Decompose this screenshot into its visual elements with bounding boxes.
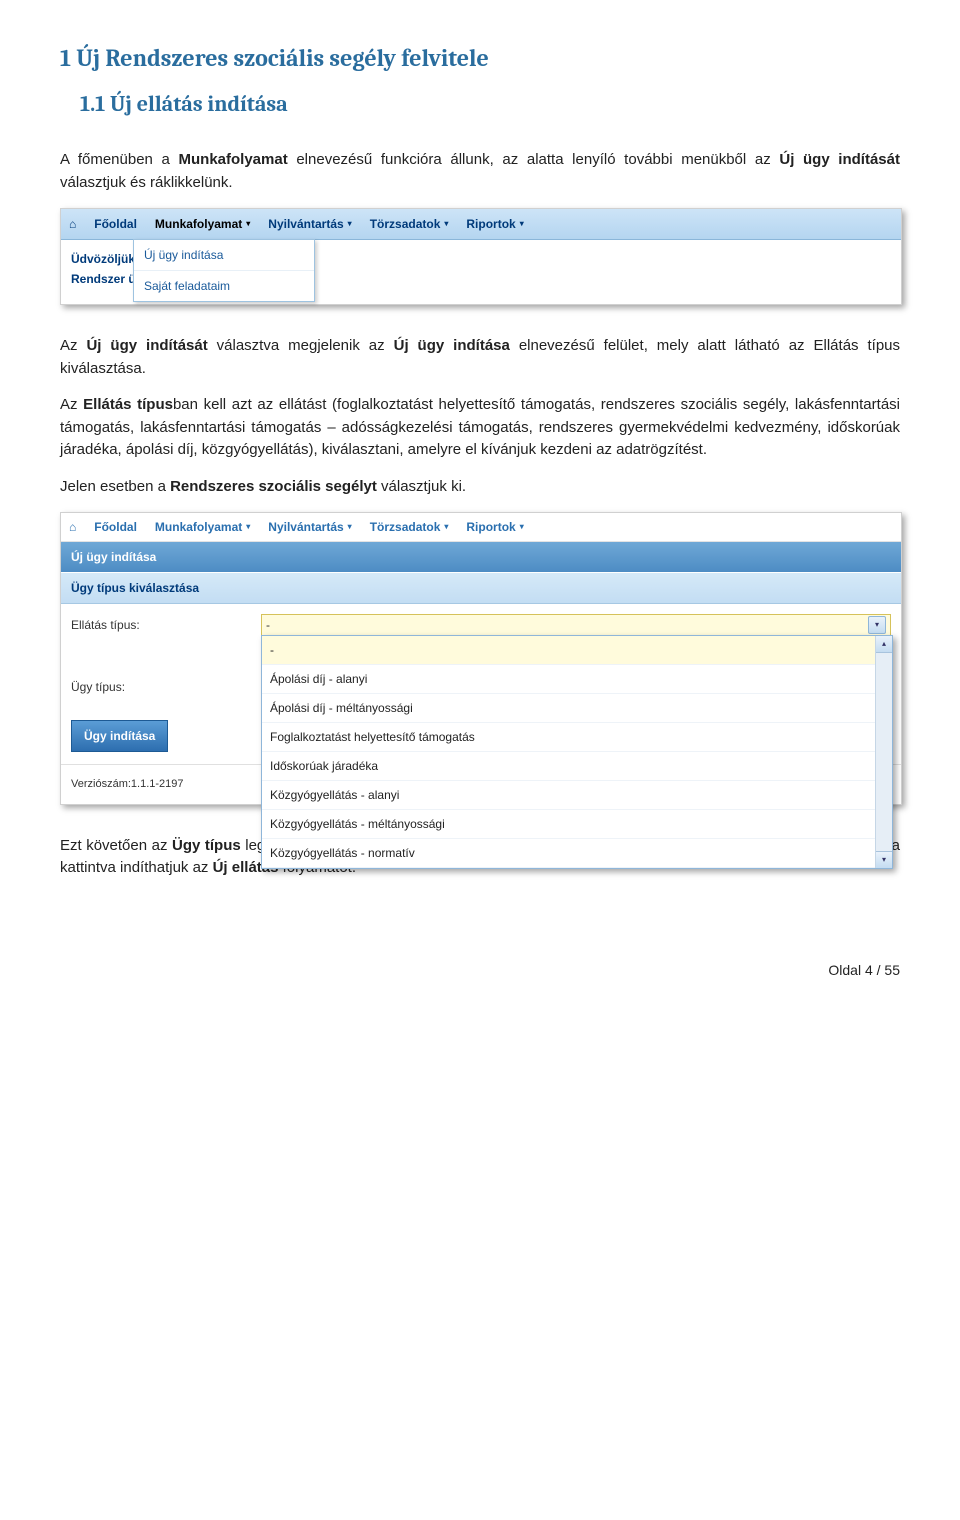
bold-ellatas-tipus: Ellátás típus bbox=[83, 396, 173, 413]
chevron-down-icon: ▾ bbox=[246, 521, 250, 533]
chevron-down-icon: ▾ bbox=[348, 521, 352, 533]
text: választva megjelenik az bbox=[208, 337, 394, 354]
option[interactable]: - bbox=[262, 636, 892, 665]
option[interactable]: Foglalkoztatást helyettesítő támogatás bbox=[262, 723, 892, 752]
menu-label: Riportok bbox=[466, 518, 515, 536]
scrollbar[interactable]: ▴ ▾ bbox=[875, 636, 892, 868]
text: Ezt követően az bbox=[60, 837, 172, 854]
text: Jelen esetben a bbox=[60, 478, 170, 495]
menu-label: Törzsadatok bbox=[370, 518, 441, 536]
heading-1: 1 Új Rendszeres szociális segély felvite… bbox=[60, 40, 900, 76]
label-ellatas-tipus: Ellátás típus: bbox=[71, 616, 231, 634]
menu-label: Munkafolyamat bbox=[155, 215, 242, 233]
chevron-down-icon: ▾ bbox=[444, 218, 448, 230]
select-value: - bbox=[266, 616, 270, 634]
text: elnevezésű funkcióra állunk, az alatta l… bbox=[288, 151, 780, 168]
bold: Új ügy indítását bbox=[86, 337, 207, 354]
bold: Rendszeres szociális segélyt bbox=[170, 478, 377, 495]
menubar: ⌂ Főoldal Munkafolyamat▾ Nyilvántartás▾ … bbox=[61, 209, 901, 240]
bold-uj-ugy-inditasat: Új ügy indítását bbox=[779, 151, 900, 168]
menubar: ⌂ Főoldal Munkafolyamat▾ Nyilvántartás▾ … bbox=[61, 513, 901, 542]
paragraph-3: Az Ellátás típusban kell azt az ellátást… bbox=[60, 394, 900, 462]
menu-label: Törzsadatok bbox=[370, 215, 441, 233]
option[interactable]: Ápolási díj - alanyi bbox=[262, 665, 892, 694]
menu-label: Munkafolyamat bbox=[155, 518, 242, 536]
menu-label: Nyilvántartás bbox=[268, 215, 343, 233]
menu-label: Riportok bbox=[466, 215, 515, 233]
menu-label: Nyilvántartás bbox=[268, 518, 343, 536]
page-title: Új ügy indítása bbox=[61, 542, 901, 572]
version-label: Verziószám:1.1.1-2197 bbox=[71, 776, 184, 793]
screenshot-new-case-form: ⌂ Főoldal Munkafolyamat▾ Nyilvántartás▾ … bbox=[60, 512, 902, 805]
paragraph-4: Jelen esetben a Rendszeres szociális seg… bbox=[60, 476, 900, 499]
page-number: Oldal 4 / 55 bbox=[60, 960, 900, 981]
munkafolyamat-dropdown: Új ügy indítása Saját feladataim bbox=[133, 239, 315, 302]
chevron-down-icon: ▾ bbox=[444, 521, 448, 533]
bold: Új ügy indítása bbox=[394, 337, 510, 354]
menu-nyilvantartas[interactable]: Nyilvántartás ▾ bbox=[268, 518, 351, 536]
screenshot-menu-dropdown: ⌂ Főoldal Munkafolyamat▾ Nyilvántartás▾ … bbox=[60, 208, 902, 305]
text: Az bbox=[60, 396, 83, 413]
menu-torzsadatok[interactable]: Törzsadatok▾ bbox=[370, 215, 449, 233]
option[interactable]: Közgyógyellátás - normatív bbox=[262, 839, 892, 868]
bold-munkafolyamat: Munkafolyamat bbox=[179, 151, 288, 168]
chevron-down-icon: ▾ bbox=[348, 218, 352, 230]
menu-torzsadatok[interactable]: Törzsadatok▾ bbox=[370, 518, 449, 536]
scroll-up-icon[interactable]: ▴ bbox=[876, 636, 892, 653]
ugy-inditasa-button[interactable]: Ügy indítása bbox=[71, 720, 168, 752]
menu-riportok[interactable]: Riportok ▾ bbox=[466, 518, 523, 536]
text: választjuk és ráklikkelünk. bbox=[60, 174, 233, 191]
menu-riportok[interactable]: Riportok ▾ bbox=[466, 215, 523, 233]
option[interactable]: Ápolási díj - méltányossági bbox=[262, 694, 892, 723]
option[interactable]: Közgyógyellátás - méltányossági bbox=[262, 810, 892, 839]
menu-label: Főoldal bbox=[94, 518, 137, 536]
menu-label: Főoldal bbox=[94, 215, 137, 233]
dropdown-item-uj-ugy[interactable]: Új ügy indítása bbox=[134, 240, 314, 271]
text: A főmenüben a bbox=[60, 151, 179, 168]
paragraph-2: Az Új ügy indítását választva megjelenik… bbox=[60, 335, 900, 380]
home-icon[interactable]: ⌂ bbox=[69, 518, 76, 536]
menu-fooldal[interactable]: Főoldal bbox=[94, 215, 137, 233]
home-icon[interactable]: ⌂ bbox=[69, 215, 76, 233]
paragraph-1: A főmenüben a Munkafolyamat elnevezésű f… bbox=[60, 149, 900, 194]
option[interactable]: Közgyógyellátás - alanyi bbox=[262, 781, 892, 810]
bold: Ügy típus bbox=[172, 837, 241, 854]
select-ellatas-tipus[interactable]: - ▾ bbox=[261, 614, 891, 636]
chevron-down-icon: ▾ bbox=[520, 521, 524, 533]
menu-fooldal[interactable]: Főoldal bbox=[94, 518, 137, 536]
option[interactable]: Időskorúak járadéka bbox=[262, 752, 892, 781]
section-header: Ügy típus kiválasztása bbox=[61, 572, 901, 604]
menu-nyilvantartas[interactable]: Nyilvántartás ▾ bbox=[268, 215, 351, 233]
chevron-down-icon: ▾ bbox=[520, 218, 524, 230]
text: Az bbox=[60, 337, 86, 354]
chevron-down-icon: ▾ bbox=[246, 218, 250, 230]
menu-munkafolyamat[interactable]: Munkafolyamat ▾ bbox=[155, 518, 250, 536]
heading-1-1: 1.1 Új ellátás indítása bbox=[60, 88, 900, 121]
label-ugy-tipus: Ügy típus: bbox=[71, 678, 231, 696]
scroll-down-icon[interactable]: ▾ bbox=[876, 851, 892, 868]
text: ban kell azt az ellátást (foglalkoztatás… bbox=[60, 396, 900, 458]
ellatas-tipus-options: - Ápolási díj - alanyi Ápolási díj - mél… bbox=[261, 635, 893, 869]
chevron-down-icon: ▾ bbox=[868, 616, 886, 634]
dropdown-item-sajat-feladataim[interactable]: Saját feladataim bbox=[134, 271, 314, 301]
menu-munkafolyamat[interactable]: Munkafolyamat ▾ bbox=[155, 215, 250, 233]
text: választjuk ki. bbox=[377, 478, 466, 495]
